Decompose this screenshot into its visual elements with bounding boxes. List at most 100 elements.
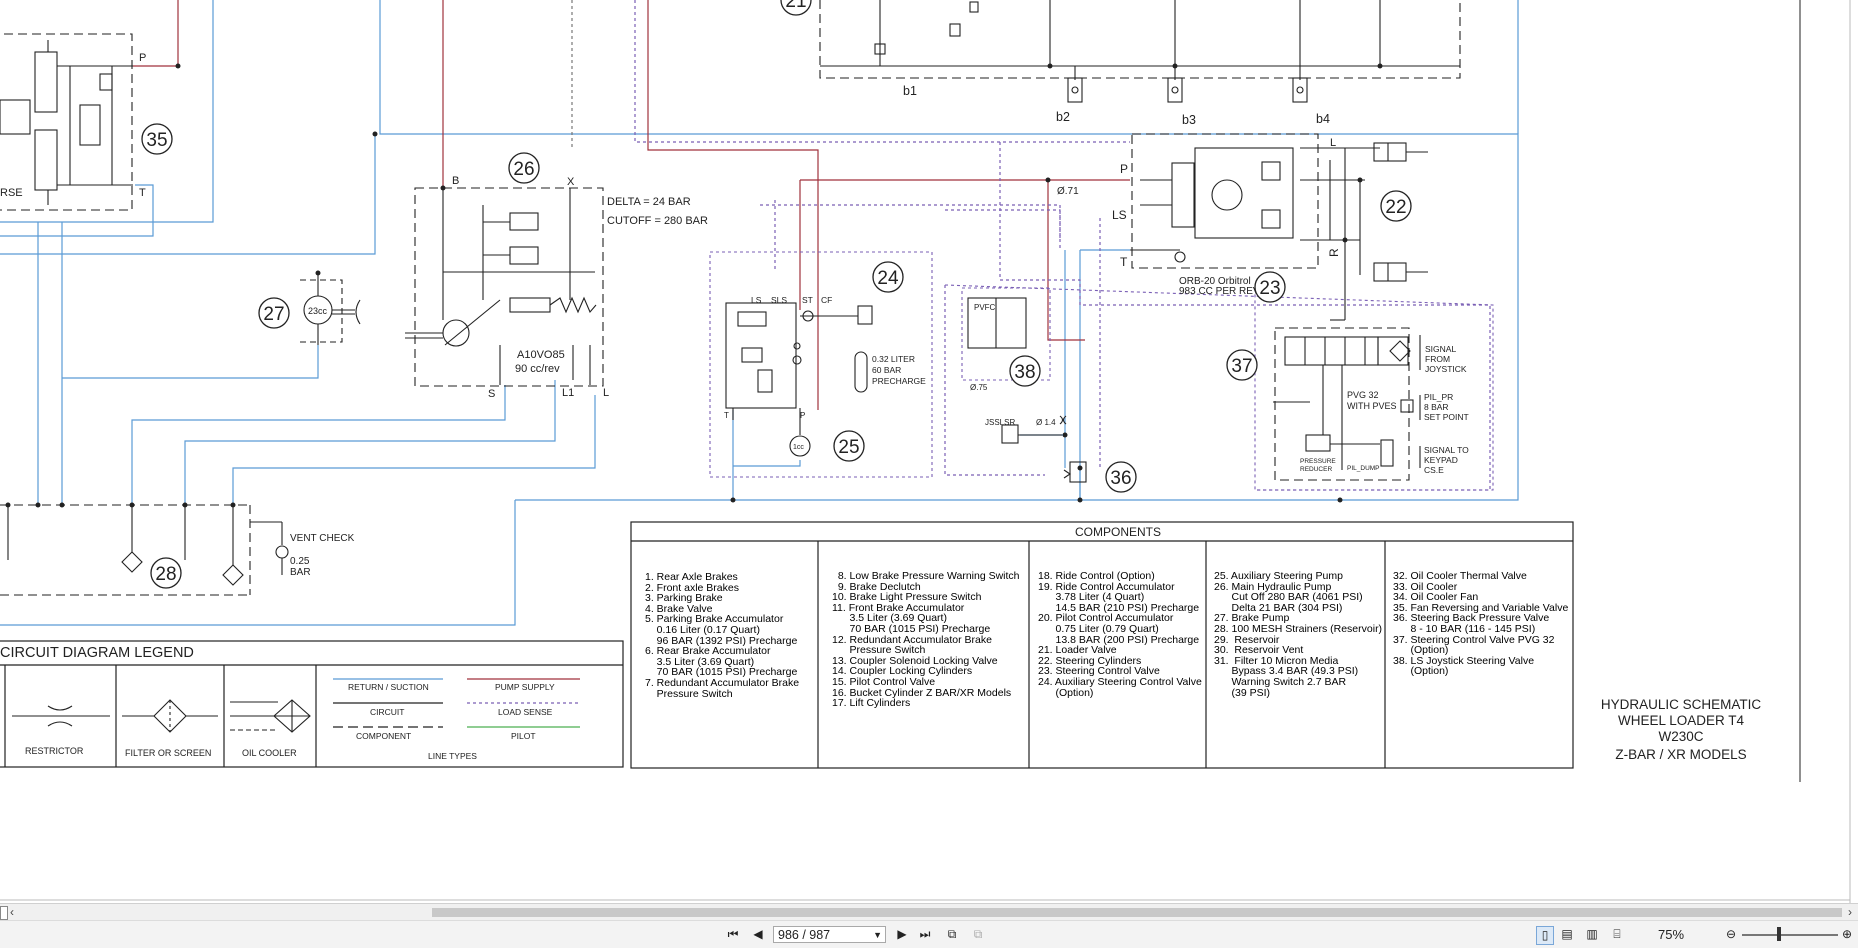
valve24-port-p: P (800, 411, 805, 420)
facing-view-icon[interactable]: ▥ (1584, 926, 1600, 943)
scroll-right-icon[interactable]: › (1848, 904, 1852, 920)
zoom-in-icon[interactable]: ⊕ (1840, 926, 1854, 943)
comp-item: (Option) (1038, 686, 1094, 699)
page-number-input[interactable]: 986 / 987 ▼ (773, 926, 886, 943)
title-line-4: Z-BAR / XR MODELS (1615, 747, 1746, 762)
pvg-signal-joystick-2: FROM (1425, 354, 1450, 364)
scroll-left-icon[interactable]: ‹ (10, 904, 14, 920)
valve35-port-t: T (139, 187, 146, 199)
single-page-view-icon[interactable]: ▯ (1536, 926, 1554, 945)
orbitrol-orifice: Ø.71 (1057, 186, 1079, 197)
components-col-1: 1. Rear Axle Brakes 2. Front axle Brakes… (645, 572, 799, 699)
pvg-pressure-reducer-2: REDUCER (1300, 466, 1332, 473)
pvg-signal-keypad-1: SIGNAL TO (1424, 445, 1469, 455)
pvg-signal-joystick-1: SIGNAL (1425, 344, 1456, 354)
orbitrol-port-r: R (1327, 248, 1341, 257)
continuous-facing-view-icon[interactable]: ⌸ (1609, 926, 1625, 943)
zoom-level[interactable]: 75% (1658, 926, 1684, 943)
comp-item: (Option) (1393, 665, 1449, 678)
status-bar: ⏮ ◀ 986 / 987 ▼ ▶ ⏭ ⧉ ⧉ ▯ ▤ ▥ ⌸ 75% ⊖ ⊕ (0, 920, 1858, 948)
linetype-component: COMPONENT (356, 731, 411, 741)
pvg-signal-keypad-3: CS.E (1424, 465, 1444, 475)
callout-24: 24 (877, 268, 899, 289)
legend-restrictor-label: RESTRICTOR (25, 746, 84, 756)
pump26-port-b: B (452, 175, 459, 187)
valve35-port-p: P (139, 52, 146, 64)
linetype-return: RETURN / SUCTION (348, 682, 429, 692)
callout-25: 25 (838, 437, 859, 458)
linetype-load-sense: LOAD SENSE (498, 707, 553, 717)
restrictor-symbol (12, 705, 110, 727)
linetype-circuit: CIRCUIT (370, 707, 404, 717)
load-sense-lines (634, 0, 1491, 491)
orbitrol-displacement: 983 CC PER REV (1179, 286, 1260, 297)
orbitrol-port-ls: LS (1112, 208, 1127, 222)
comp-item: 25. Auxiliary Steering Pump (1214, 570, 1343, 582)
go-forward-view-icon[interactable]: ⧉ (969, 926, 987, 943)
fan-valve-35 (0, 40, 133, 205)
pump26-cutoff: CUTOFF = 280 BAR (607, 215, 708, 227)
callout-28: 28 (155, 564, 176, 585)
pvg-pil-dump: PIL_DUMP (1347, 465, 1380, 472)
pvg-set-point-1: 8 BAR (1424, 402, 1449, 412)
horizontal-scrollbar[interactable]: ‹ › (0, 903, 1858, 920)
callout-21: 21 (785, 0, 806, 12)
zoom-slider-thumb[interactable] (1777, 927, 1781, 941)
joystick-pvfc: PVFC (974, 303, 996, 312)
valve24-acc-precharge: PRECHARGE (872, 376, 926, 386)
chevron-down-icon[interactable]: ▼ (873, 927, 882, 944)
pvg-with: WITH PVES (1347, 401, 1397, 411)
callout-23: 23 (1259, 278, 1280, 299)
go-back-view-icon[interactable]: ⧉ (943, 926, 961, 943)
callout-27: 27 (263, 304, 284, 325)
vent-unit: BAR (290, 567, 311, 578)
comp-item: 7. Redundant Accumulator Brake (645, 676, 800, 689)
comp-item: 0.16 Liter (0.17 Quart) (645, 623, 760, 636)
title-line-1: HYDRAULIC SCHEMATIC (1601, 697, 1762, 712)
comp-item: 0.75 Liter (0.79 Quart) (1038, 622, 1159, 635)
pump26-displacement: 90 cc/rev (515, 363, 560, 375)
hydraulic-schematic: b1 b2 b3 b4 P T RSE B X DELTA = 24 BAR C… (0, 0, 1851, 903)
legend-oil-cooler-label: OIL COOLER (242, 748, 297, 758)
first-page-icon[interactable]: ⏮ (726, 926, 740, 943)
comp-item: (39 PSI) (1214, 686, 1271, 699)
valve24-ls: LS (751, 295, 762, 305)
continuous-view-icon[interactable]: ▤ (1559, 926, 1575, 943)
valve24-sls: SLS (771, 295, 787, 305)
zoom-out-icon[interactable]: ⊖ (1724, 926, 1738, 943)
pvg-pressure-reducer-1: PRESSURE (1300, 458, 1336, 465)
components-col-4: 25. Auxiliary Steering Pump 26. Main Hyd… (1214, 571, 1382, 698)
comp-item: 32. Oil Cooler Thermal Valve (1393, 570, 1527, 582)
callout-35: 35 (146, 130, 167, 151)
orbitrol-port-l: L (1330, 137, 1336, 149)
b3-label: b3 (1182, 113, 1196, 127)
pump27-size: 23cc (308, 306, 328, 316)
components-col-3: 18. Ride Control (Option) 19. Ride Contr… (1038, 571, 1202, 698)
linetype-pilot: PILOT (511, 731, 536, 741)
next-page-icon[interactable]: ▶ (896, 926, 908, 943)
pump26-port-x: X (567, 176, 575, 188)
comp-item: 18. Ride Control (Option) (1038, 570, 1155, 582)
comp-item: 1. Rear Axle Brakes (645, 571, 738, 583)
valve35-text: RSE (0, 187, 23, 199)
previous-page-icon[interactable]: ◀ (752, 926, 764, 943)
last-page-icon[interactable]: ⏭ (918, 926, 932, 943)
orbitrol-23-outline (1131, 133, 1319, 269)
comp-item: 8. Low Brake Pressure Warning Switch (832, 570, 1020, 582)
pvg-signal-joystick-3: JOYSTICK (1425, 364, 1467, 374)
pvg-model: PVG 32 (1347, 390, 1379, 400)
document-viewport[interactable]: b1 b2 b3 b4 P T RSE B X DELTA = 24 BAR C… (0, 0, 1858, 903)
vent-check-label: VENT CHECK (290, 533, 355, 544)
zoom-slider-track[interactable] (1742, 934, 1838, 936)
pvg-pil-pr: PIL_PR (1424, 392, 1453, 402)
components-title: COMPONENTS (1075, 525, 1161, 539)
orbitrol-port-t: T (1120, 255, 1128, 269)
reservoir-28 (0, 504, 289, 596)
callout-38: 38 (1014, 362, 1035, 383)
scrollbar-thumb[interactable] (432, 908, 1842, 917)
components-col-2: 8. Low Brake Pressure Warning Switch 9. … (832, 571, 1020, 709)
page-number-value: 986 / 987 (778, 928, 831, 942)
comp-item: Pressure Switch (645, 687, 733, 700)
main-pump-26 (405, 188, 597, 385)
callout-26: 26 (513, 159, 534, 180)
